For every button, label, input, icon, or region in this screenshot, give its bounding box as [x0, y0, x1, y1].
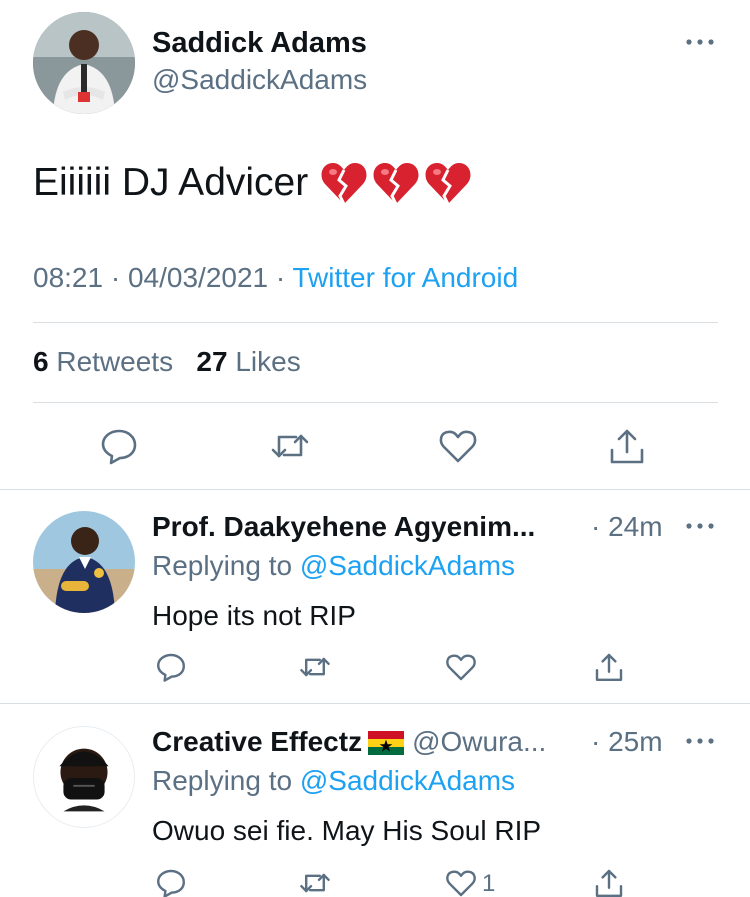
likes-count: 27 [196, 346, 228, 377]
retweet-icon[interactable] [299, 867, 331, 897]
meta-separator: · [275, 262, 286, 293]
likes-stat[interactable]: 27 Likes [196, 346, 300, 377]
ghana-flag-icon [368, 730, 405, 755]
reply-text: Hope its not RIP [152, 600, 356, 631]
share-icon[interactable] [593, 867, 625, 897]
author-avatar[interactable] [33, 12, 135, 114]
more-icon[interactable] [684, 30, 716, 54]
reply-icon[interactable] [155, 867, 187, 897]
broken-heart-icon [321, 163, 367, 205]
mention-link[interactable]: @SaddickAdams [300, 765, 515, 796]
replying-label: Replying to [152, 550, 293, 581]
reply-author-handle[interactable]: @Owura... [412, 726, 546, 757]
reply-author-name[interactable]: Prof. Daakyehene Agyenim... [152, 511, 535, 543]
reply-icon[interactable] [155, 651, 187, 683]
replying-to: Replying to @SaddickAdams [152, 765, 515, 797]
like-icon[interactable] [445, 867, 477, 897]
more-icon[interactable] [684, 729, 716, 753]
broken-heart-icon [373, 163, 419, 205]
retweets-label: Retweets [56, 346, 174, 377]
reply-icon[interactable] [99, 426, 139, 466]
mention-link[interactable]: @SaddickAdams [300, 550, 515, 581]
avatar-photo [34, 727, 134, 827]
author-handle[interactable]: @SaddickAdams [152, 64, 367, 96]
reply-tweet[interactable]: Creative Effectz @Owura... · 25m Replying… [0, 704, 750, 897]
replying-to: Replying to @SaddickAdams [152, 550, 515, 582]
replying-label: Replying to [152, 765, 293, 796]
meta-separator: · [110, 262, 121, 293]
like-icon[interactable] [445, 651, 477, 683]
likes-label: Likes [235, 346, 301, 377]
divider [33, 402, 718, 403]
tweet-date: 04/03/2021 [127, 262, 269, 293]
reply-author-line: Creative Effectz @Owura... [152, 726, 546, 758]
avatar-photo [33, 12, 135, 114]
retweets-count: 6 [33, 346, 49, 377]
retweet-icon[interactable] [270, 426, 310, 466]
reply-author-name[interactable]: Creative Effectz [152, 726, 362, 757]
broken-heart-icon [425, 163, 471, 205]
reply-avatar[interactable] [33, 726, 135, 828]
reply-avatar[interactable] [33, 511, 135, 613]
tweet-source-link[interactable]: Twitter for Android [293, 262, 519, 293]
tweet-time: 08:21 [33, 262, 104, 293]
tweet-meta: 08:21 · 04/03/2021 · Twitter for Android [33, 262, 518, 294]
like-count: 1 [482, 870, 496, 897]
share-icon[interactable] [607, 426, 647, 466]
like-icon[interactable] [438, 426, 478, 466]
tweet-body: Eiiiiii DJ Advicer [33, 160, 472, 206]
divider [33, 322, 718, 323]
tweet-stats: 6 Retweets 27 Likes [33, 346, 301, 378]
emoji-group [320, 160, 472, 206]
main-tweet: Saddick Adams @SaddickAdams Eiiiiii DJ A… [0, 0, 750, 490]
tweet-text: Eiiiiii DJ Advicer [33, 161, 309, 204]
reply-time[interactable]: · 24m [591, 511, 663, 543]
reply-text: Owuo sei fie. May His Soul RIP [152, 815, 542, 846]
retweets-stat[interactable]: 6 Retweets [33, 346, 173, 377]
more-icon[interactable] [684, 514, 716, 538]
avatar-photo [33, 511, 135, 613]
reply-tweet[interactable]: Prof. Daakyehene Agyenim... · 24m Replyi… [0, 490, 750, 702]
reply-time[interactable]: · 25m [591, 726, 663, 758]
share-icon[interactable] [593, 651, 625, 683]
retweet-icon[interactable] [299, 651, 331, 683]
author-name[interactable]: Saddick Adams [152, 27, 367, 60]
